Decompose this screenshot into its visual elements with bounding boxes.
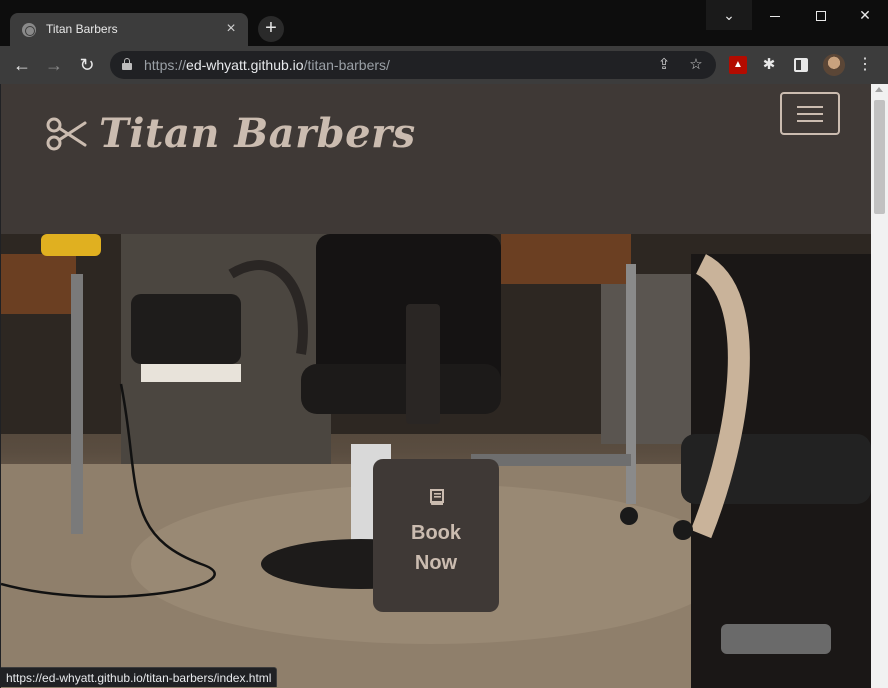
hero-barbershop-image: Book Now xyxy=(1,234,871,688)
book-now-line2: Now xyxy=(414,552,458,574)
url-scheme: https:// xyxy=(144,57,187,73)
share-icon[interactable]: ⇪ xyxy=(654,55,674,75)
book-now-line1: Book xyxy=(411,522,461,544)
close-window-button[interactable]: ✕ xyxy=(842,0,888,30)
scissors-icon xyxy=(46,117,87,150)
url-path: /titan-barbers/ xyxy=(303,57,390,73)
tab-titan-barbers[interactable]: Titan Barbers × xyxy=(10,13,248,47)
status-bar-url: https://ed-whyatt.github.io/titan-barber… xyxy=(1,667,278,687)
book-now-label: Book Now xyxy=(373,518,499,578)
tab-strip: Titan Barbers × + ⌄ ✕ xyxy=(0,0,888,47)
forward-button[interactable]: → xyxy=(41,52,67,78)
lock-icon[interactable] xyxy=(122,58,132,70)
reload-button[interactable]: ↻ xyxy=(74,52,100,78)
pdf-extension-icon[interactable]: ▲ xyxy=(729,56,747,74)
profile-avatar[interactable] xyxy=(823,54,845,76)
extensions-puzzle-icon[interactable]: ✱ xyxy=(760,56,778,74)
address-bar[interactable]: https://ed-whyatt.github.io/titan-barber… xyxy=(110,51,716,79)
new-tab-button[interactable]: + xyxy=(258,16,284,42)
nav-menu-toggle-button[interactable] xyxy=(780,92,840,135)
minimize-button[interactable] xyxy=(752,0,798,30)
tab-title: Titan Barbers xyxy=(46,22,118,36)
menu-bar-bottom xyxy=(797,120,823,122)
scroll-up-arrow-icon[interactable] xyxy=(875,87,883,92)
page-viewport: Titan Barbers Book Now xyxy=(1,84,871,688)
menu-bar-top xyxy=(797,106,823,108)
menu-bar-middle xyxy=(797,113,823,115)
brand-name: Titan Barbers xyxy=(99,110,416,157)
minimize-icon xyxy=(770,15,780,17)
address-url[interactable]: https://ed-whyatt.github.io/titan-barber… xyxy=(144,57,390,73)
brand-logo-link[interactable]: Titan Barbers xyxy=(45,110,416,157)
browser-menu-icon[interactable]: ⋮ xyxy=(856,55,874,75)
scrollbar-thumb[interactable] xyxy=(874,100,885,214)
globe-icon xyxy=(22,23,36,37)
page-scrollbar[interactable] xyxy=(871,84,888,688)
maximize-button[interactable] xyxy=(798,0,844,30)
bookmark-star-icon[interactable]: ☆ xyxy=(686,55,706,75)
maximize-icon xyxy=(816,11,826,22)
book-now-button[interactable]: Book Now xyxy=(373,459,499,612)
url-host: ed-whyatt.github.io xyxy=(186,57,304,73)
back-button[interactable]: ← xyxy=(9,52,35,78)
browser-window: Titan Barbers × + ⌄ ✕ ← → ↻ https://ed-w… xyxy=(0,0,888,688)
site-header: Titan Barbers xyxy=(1,84,871,234)
side-panel-icon[interactable] xyxy=(794,58,808,72)
tab-close-icon[interactable]: × xyxy=(222,20,240,38)
browser-toolbar: ← → ↻ https://ed-whyatt.github.io/titan-… xyxy=(0,46,888,84)
book-icon xyxy=(430,489,444,505)
tab-search-dropdown-button[interactable]: ⌄ xyxy=(706,0,752,30)
